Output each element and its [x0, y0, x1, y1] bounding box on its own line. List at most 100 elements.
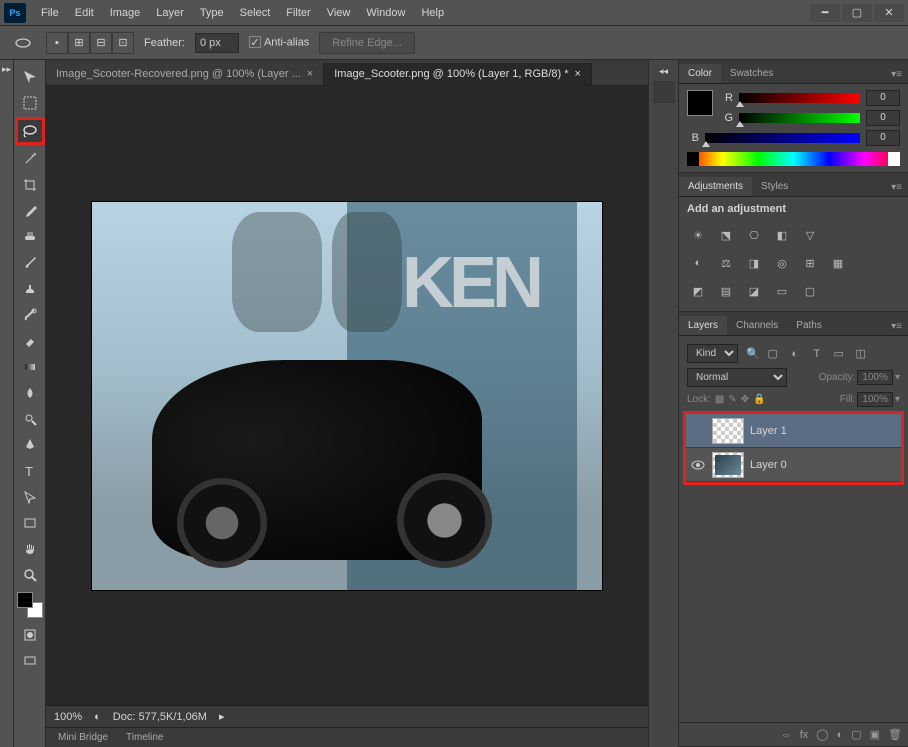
hand-tool[interactable]	[16, 537, 44, 561]
menu-filter[interactable]: Filter	[279, 4, 317, 22]
filter-type-icon[interactable]: T	[808, 345, 826, 363]
eraser-tool[interactable]	[16, 329, 44, 353]
exposure-icon[interactable]: ◧	[771, 225, 793, 245]
selection-intersect[interactable]: ⊡	[112, 32, 134, 54]
canvas-viewport[interactable]: KEN	[46, 86, 648, 705]
lookup-icon[interactable]: ▦	[827, 253, 849, 273]
document-tab-1[interactable]: Image_Scooter-Recovered.png @ 100% (Laye…	[46, 63, 324, 85]
posterize-icon[interactable]: ▤	[715, 281, 737, 301]
r-slider[interactable]	[739, 93, 860, 103]
healing-brush-tool[interactable]	[16, 225, 44, 249]
gradient-tool[interactable]	[16, 355, 44, 379]
history-brush-tool[interactable]	[16, 303, 44, 327]
dodge-tool[interactable]	[16, 407, 44, 431]
maximize-button[interactable]: ▢	[842, 4, 872, 22]
vibrance-icon[interactable]: ▽	[799, 225, 821, 245]
layer-row[interactable]: Layer 0	[686, 448, 901, 482]
layer-visibility-toggle[interactable]	[690, 423, 706, 439]
lasso-tool[interactable]	[15, 117, 45, 145]
tab-color[interactable]: Color	[679, 64, 721, 83]
zoom-tool[interactable]	[16, 563, 44, 587]
menu-help[interactable]: Help	[414, 4, 451, 22]
selection-subtract[interactable]: ⊟	[90, 32, 112, 54]
history-panel-icon[interactable]	[653, 81, 675, 103]
expand-toolbox-icon[interactable]: ▸▸	[2, 64, 11, 747]
layer-row[interactable]: Layer 1	[686, 414, 901, 448]
selection-new[interactable]: ▪	[46, 32, 68, 54]
b-value[interactable]: 0	[866, 130, 900, 146]
tab-adjustments[interactable]: Adjustments	[679, 177, 752, 196]
fill-value[interactable]: 100%	[857, 392, 893, 407]
tab-timeline[interactable]: Timeline	[118, 730, 171, 745]
magic-wand-tool[interactable]	[16, 147, 44, 171]
brightness-icon[interactable]: ☀	[687, 225, 709, 245]
menu-edit[interactable]: Edit	[68, 4, 101, 22]
status-arrow-icon[interactable]: ▸	[219, 710, 225, 723]
channel-mixer-icon[interactable]: ⊞	[799, 253, 821, 273]
bw-icon[interactable]: ◨	[743, 253, 765, 273]
color-spectrum[interactable]	[687, 152, 900, 166]
pen-tool[interactable]	[16, 433, 44, 457]
active-tool-icon[interactable]	[10, 32, 36, 54]
menu-window[interactable]: Window	[359, 4, 412, 22]
menu-layer[interactable]: Layer	[149, 4, 191, 22]
search-icon[interactable]: 🔍	[746, 347, 760, 360]
threshold-icon[interactable]: ◪	[743, 281, 765, 301]
gradient-map-icon[interactable]: ▭	[771, 281, 793, 301]
layer-name[interactable]: Layer 1	[750, 425, 787, 437]
layer-fx-icon[interactable]: fx	[800, 729, 809, 741]
curves-icon[interactable]: ⎔	[743, 225, 765, 245]
new-adjustment-icon[interactable]: ◐	[837, 729, 844, 741]
filter-shape-icon[interactable]: ▭	[830, 345, 848, 363]
color-balance-icon[interactable]: ⚖	[715, 253, 737, 273]
lock-paint-icon[interactable]: ✎	[728, 394, 736, 405]
opacity-value[interactable]: 100%	[857, 370, 893, 385]
refine-edge-button[interactable]: Refine Edge...	[319, 32, 415, 54]
layer-thumbnail[interactable]	[712, 452, 744, 478]
tab-swatches[interactable]: Swatches	[721, 64, 782, 83]
preview-icon[interactable]: ◐	[94, 711, 101, 723]
lock-all-icon[interactable]: 🔒	[753, 394, 765, 405]
invert-icon[interactable]: ◩	[687, 281, 709, 301]
g-value[interactable]: 0	[866, 110, 900, 126]
screen-mode-tool[interactable]	[16, 649, 44, 673]
tab-paths[interactable]: Paths	[787, 316, 831, 335]
crop-tool[interactable]	[16, 173, 44, 197]
close-button[interactable]: ✕	[874, 4, 904, 22]
g-slider[interactable]	[739, 113, 860, 123]
canvas[interactable]: KEN	[92, 202, 602, 590]
menu-view[interactable]: View	[320, 4, 358, 22]
panel-menu-icon[interactable]: ▾≡	[885, 66, 908, 83]
type-tool[interactable]: T	[16, 459, 44, 483]
selective-color-icon[interactable]: ▢	[799, 281, 821, 301]
panel-menu-icon[interactable]: ▾≡	[885, 179, 908, 196]
current-color-swatch[interactable]	[687, 90, 713, 116]
brush-tool[interactable]	[16, 251, 44, 275]
menu-image[interactable]: Image	[103, 4, 148, 22]
filter-adjust-icon[interactable]: ◐	[786, 345, 804, 363]
clone-stamp-tool[interactable]	[16, 277, 44, 301]
rectangle-tool[interactable]	[16, 511, 44, 535]
levels-icon[interactable]: ⬔	[715, 225, 737, 245]
new-layer-icon[interactable]: ▣	[870, 728, 880, 741]
layer-visibility-toggle[interactable]	[690, 457, 706, 473]
close-icon[interactable]: ×	[575, 68, 581, 80]
menu-file[interactable]: File	[34, 4, 66, 22]
layer-name[interactable]: Layer 0	[750, 459, 787, 471]
blur-tool[interactable]	[16, 381, 44, 405]
layer-thumbnail[interactable]	[712, 418, 744, 444]
filter-image-icon[interactable]: ▢	[764, 345, 782, 363]
photo-filter-icon[interactable]: ◎	[771, 253, 793, 273]
layer-kind-select[interactable]: Kind	[687, 344, 738, 363]
lock-transparency-icon[interactable]: ▩	[715, 394, 724, 405]
r-value[interactable]: 0	[866, 90, 900, 106]
foreground-color-swatch[interactable]	[17, 592, 33, 608]
expand-panels-icon[interactable]: ◂◂	[649, 66, 678, 77]
tab-styles[interactable]: Styles	[752, 177, 797, 196]
tab-layers[interactable]: Layers	[679, 316, 727, 335]
marquee-tool[interactable]	[16, 91, 44, 115]
minimize-button[interactable]: ━	[810, 4, 840, 22]
eyedropper-tool[interactable]	[16, 199, 44, 223]
b-slider[interactable]	[705, 133, 860, 143]
path-selection-tool[interactable]	[16, 485, 44, 509]
